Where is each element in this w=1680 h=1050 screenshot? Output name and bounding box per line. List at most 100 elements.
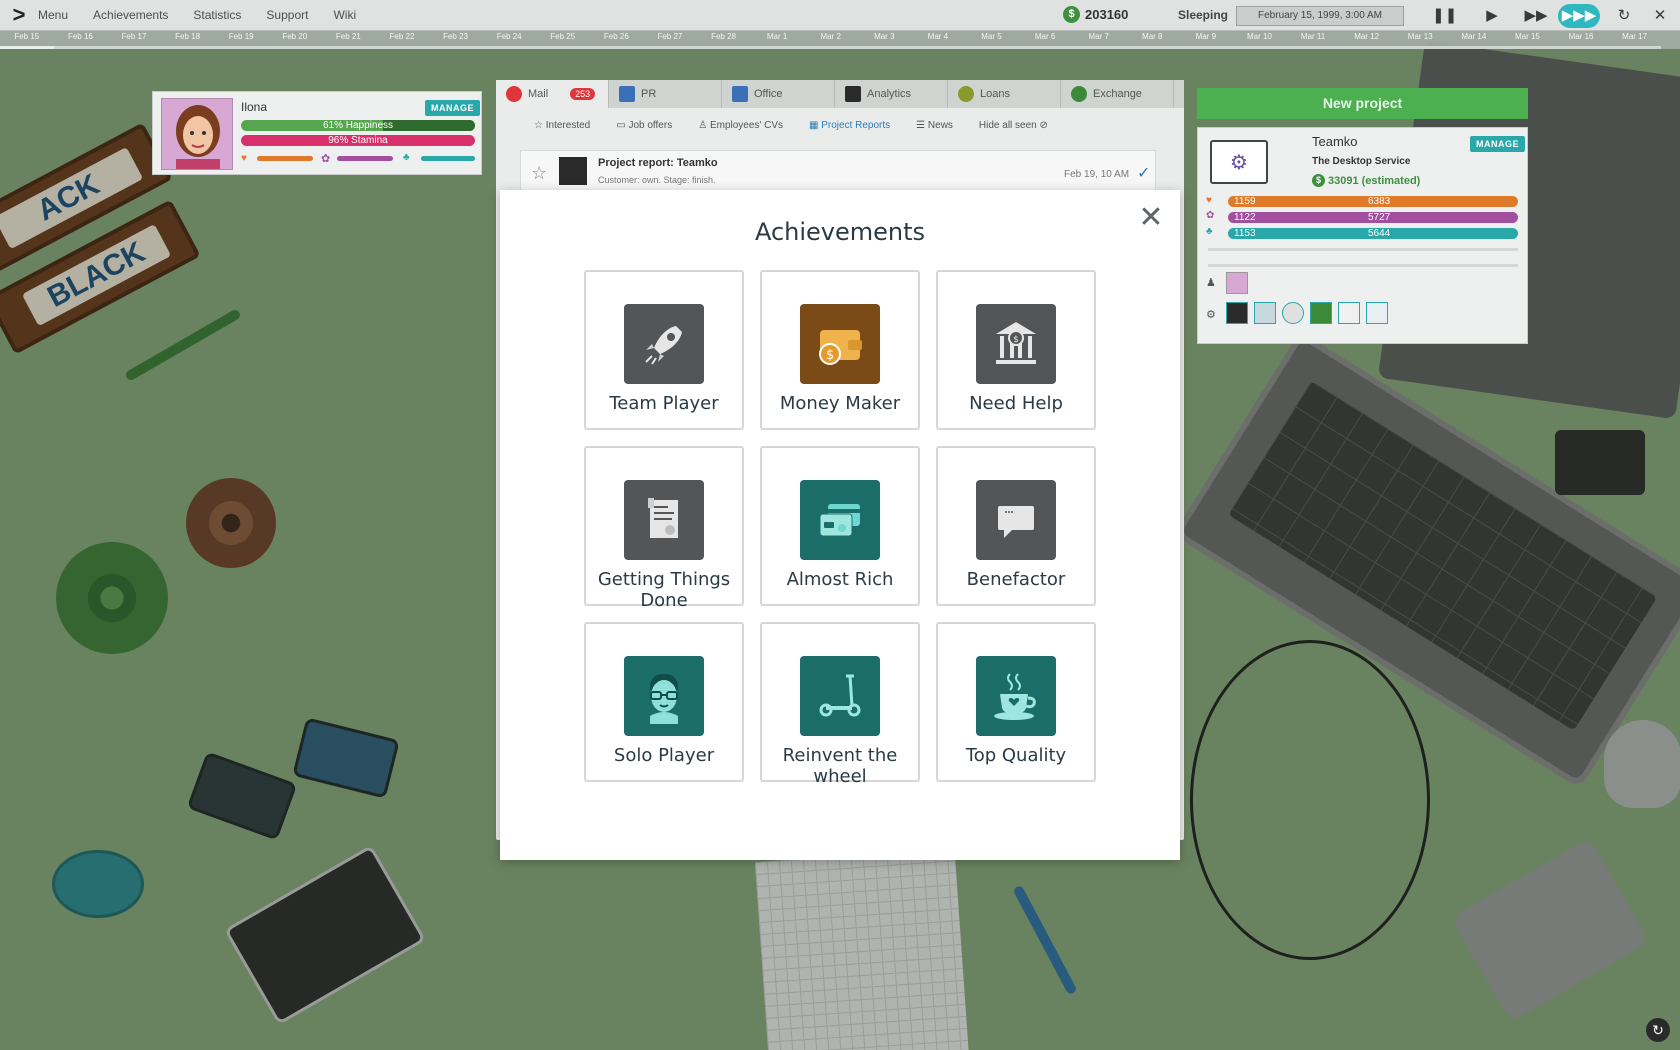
achievement-almost-rich[interactable]: Almost Rich [760,446,920,606]
project-frontend-bar: 1159 6383 [1228,196,1518,207]
mail-tabs: Mail 253 PR Office Analytics Loans Excha… [496,80,1184,108]
nav-achievements[interactable]: Achievements [93,8,168,22]
top-bar: > Menu Achievements Statistics Support W… [0,0,1680,31]
filter-project-reports[interactable]: ▦ Project Reports [809,120,890,131]
filter-employees-cvs[interactable]: ♙ Employees' CVs [698,120,783,131]
money-display: $ 203160 [1063,6,1128,23]
pr-icon [619,86,635,102]
timeline-day: Feb 24 [482,31,536,49]
filter-job-offers[interactable]: ▭ Job offers [616,120,672,131]
star-icon[interactable]: ☆ [531,163,547,184]
tab-analytics[interactable]: Analytics [835,80,948,108]
skill-bar-frontend [257,156,313,161]
feature-icon[interactable] [1226,302,1248,324]
tab-pr[interactable]: PR [609,80,722,108]
close-icon[interactable]: ✕ [1137,203,1165,233]
tab-exchange-label: Exchange [1093,88,1142,100]
happiness-label: 61% Happiness [322,120,394,131]
achievement-benefactor[interactable]: Benefactor [936,446,1096,606]
achievement-team-player[interactable]: Team Player [584,270,744,430]
loans-icon [958,86,974,102]
achievement-label: Solo Player [613,745,715,766]
bank-icon: $ [976,304,1056,384]
timeline-day: Feb 15 [0,31,54,49]
play-icon[interactable]: ▶ [1480,4,1504,28]
sound-muted-icon[interactable]: ✕ [1648,4,1672,28]
project-estimate: $ 33091 (estimated) [1312,174,1420,187]
logo-icon[interactable]: > [0,0,38,31]
hierarchy-icon: ♣ [403,152,410,163]
mail-count-badge: 253 [570,88,596,100]
achievement-label: Need Help [969,393,1063,414]
fastest-forward-icon[interactable]: ▶▶▶ [1558,4,1600,28]
achievement-money-maker[interactable]: $ Money Maker [760,270,920,430]
loading-spinner-icon[interactable]: ↻ [1646,1018,1670,1042]
tab-analytics-label: Analytics [867,88,912,100]
tab-exchange[interactable]: Exchange [1061,80,1174,108]
feature-icon[interactable] [1310,302,1332,324]
nav-wiki[interactable]: Wiki [333,8,356,22]
project-card[interactable]: ⚙ Teamko The Desktop Service MANAGE $ 33… [1197,127,1528,344]
timeline-day: Mar 17 [1607,31,1662,49]
heart-icon: ♥ [241,153,247,164]
achievement-getting-things-done[interactable]: Getting Things Done [584,446,744,611]
filter-interested[interactable]: ☆ Interested [534,120,590,131]
feature-icon[interactable] [1338,302,1360,324]
timeline-day: Feb 19 [214,31,268,49]
project-type: The Desktop Service [1312,156,1411,167]
achievement-need-help[interactable]: $ Need Help [936,270,1096,430]
timeline-day: Mar 11 [1286,31,1340,49]
timeline-day: Feb 23 [428,31,483,49]
nav-statistics[interactable]: Statistics [193,8,241,22]
timeline: Feb 15 Feb 16 Feb 17 Feb 18 Feb 19 Feb 20 Feb … [0,31,1680,49]
achievement-top-quality[interactable]: Top Quality [936,622,1096,782]
timeline-day: Feb 17 [107,31,161,49]
timeline-day: Feb 20 [267,31,322,49]
person-icon: ♟ [1206,277,1216,289]
tab-loans-label: Loans [980,88,1010,100]
employee-name: Ilona [241,100,268,114]
svg-text:$: $ [1013,335,1019,345]
employee-manage-button[interactable]: MANAGE [425,100,480,116]
gear-icon: ✿ [321,153,331,165]
timeline-day: Mar 2 [803,31,858,49]
timeline-day: Mar 12 [1339,31,1394,49]
project-manage-button[interactable]: MANAGE [1470,136,1525,152]
tab-pr-label: PR [641,88,657,100]
money-amount: 203160 [1085,7,1129,22]
gear-icon: ✿ [1206,210,1215,221]
modal-title: Achievements [754,218,926,246]
nav-menu[interactable]: Menu [38,8,68,22]
new-project-button[interactable]: New project [1197,88,1528,119]
achievement-label: Team Player [609,393,719,414]
feature-icon[interactable] [1254,302,1276,324]
tab-loans[interactable]: Loans [948,80,1061,108]
team-member-avatar[interactable] [1226,272,1248,294]
clock-24h-icon[interactable]: ↻ [1612,4,1636,28]
timeline-day: Mar 3 [857,31,912,49]
fast-forward-icon[interactable]: ▶▶ [1524,4,1548,28]
employee-card[interactable]: Ilona MANAGE 61% Happiness 96% Stamina ♥… [152,91,482,175]
achievement-solo-player[interactable]: Solo Player [584,622,744,782]
timeline-day: Feb 28 [696,31,751,49]
filter-news[interactable]: ☰ News [916,120,953,131]
hide-all-seen-button[interactable]: Hide all seen ⊘ [979,120,1048,131]
tab-mail-label: Mail [528,88,549,100]
pause-icon[interactable]: ❚❚ [1432,4,1457,28]
achievement-label: Benefactor [966,569,1066,590]
achievement-reinvent-the-wheel[interactable]: Reinvent the wheel [760,622,920,787]
nav-support[interactable]: Support [266,8,308,22]
tab-office[interactable]: Office [722,80,835,108]
project-name: Teamko [1312,134,1358,149]
mail-filters: ☆ Interested ▭ Job offers ♙ Employees' C… [496,108,1184,142]
timeline-day: Mar 5 [964,31,1019,49]
achievements-modal: Achievements ✕ Team Player $ Money Maker… [500,190,1180,860]
rocket-icon [624,304,704,384]
feature-icon[interactable] [1282,302,1304,324]
project-backend-bar: 1122 5727 [1228,212,1518,223]
glasses-face-icon [624,656,704,736]
tab-office-label: Office [754,88,783,100]
feature-icon[interactable] [1366,302,1388,324]
tab-mail[interactable]: Mail 253 [496,80,609,108]
chart-thumbnail-icon [559,157,587,185]
